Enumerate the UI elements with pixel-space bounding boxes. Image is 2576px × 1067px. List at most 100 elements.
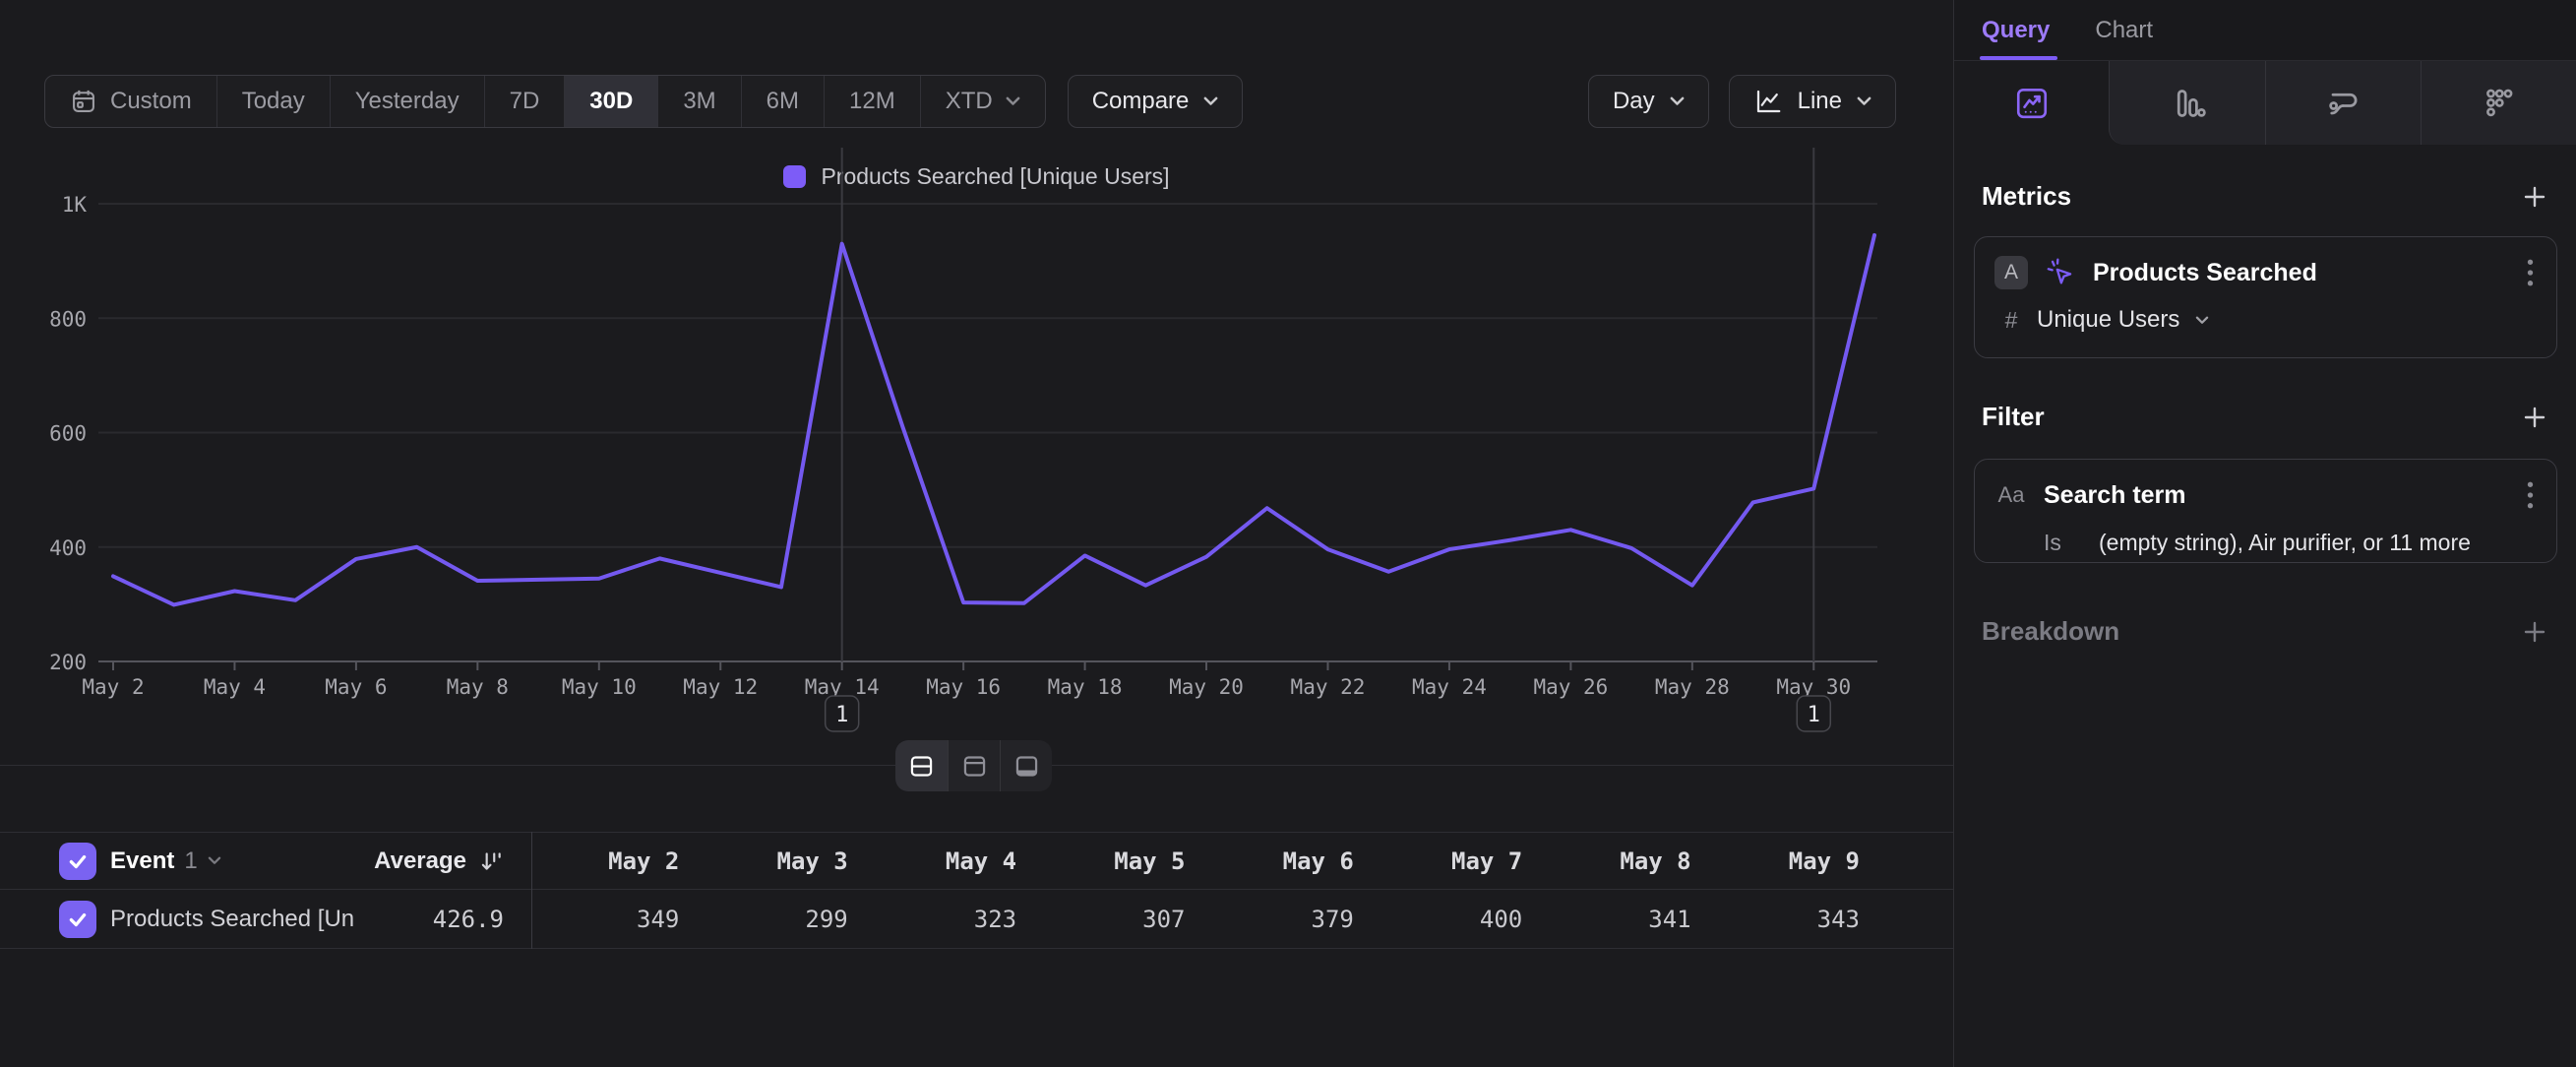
- counting-method-dropdown[interactable]: Unique Users: [2037, 306, 2179, 334]
- filter-card[interactable]: Aa Search term Is (empty string), Air pu…: [1974, 459, 2557, 563]
- x-tick-label: May 20: [1169, 675, 1244, 699]
- tab-chart-label: Chart: [2095, 17, 2153, 44]
- series-line[interactable]: [113, 235, 1874, 604]
- layout-chart-only-button[interactable]: [948, 740, 1000, 791]
- bottom-layout-icon: [1013, 753, 1040, 780]
- layout-toggle-group: [895, 740, 1052, 791]
- split-layout-icon: [908, 753, 935, 780]
- y-tick-label: 400: [49, 536, 87, 560]
- top-layout-icon: [961, 753, 988, 780]
- add-filter-button[interactable]: [2520, 403, 2549, 432]
- report-type-tabs: [1954, 61, 2576, 145]
- add-metric-button[interactable]: [2520, 182, 2549, 212]
- date-column-header: May 9: [1716, 847, 1884, 875]
- value-cell: 343: [1716, 906, 1884, 933]
- metric-card-row: A Products Searched: [1975, 253, 2556, 292]
- tab-chart[interactable]: Chart: [2095, 0, 2153, 60]
- layout-split-button[interactable]: [895, 740, 948, 791]
- x-tick-label: May 16: [926, 675, 1001, 699]
- average-label: Average: [374, 847, 466, 875]
- main-panel: CustomTodayYesterday7D30D3M6M12MXTD Comp…: [0, 0, 1953, 1067]
- series-name: Products Searched [Un...: [110, 906, 356, 933]
- breakdown-title: Breakdown: [1982, 616, 2119, 647]
- filter-values[interactable]: (empty string), Air purifier, or 11 more: [2099, 530, 2471, 556]
- x-tick-label: May 6: [325, 675, 387, 699]
- average-column-header[interactable]: Average: [356, 847, 504, 875]
- layout-table-only-button[interactable]: [1000, 740, 1052, 791]
- value-cell: 299: [704, 906, 872, 933]
- report-tab-insights[interactable]: [1954, 61, 2109, 145]
- tab-query[interactable]: Query: [1982, 0, 2050, 60]
- date-columns-header: May 2May 3May 4May 5May 6May 7May 8May 9: [535, 847, 1953, 875]
- x-tick-label: May 2: [82, 675, 144, 699]
- x-tick-label: May 26: [1533, 675, 1608, 699]
- retention-icon: [2479, 84, 2518, 123]
- plus-icon: [2520, 403, 2549, 432]
- funnels-icon: [2168, 84, 2207, 123]
- date-column-header: May 8: [1547, 847, 1715, 875]
- row-average-cell: 426.9: [356, 906, 504, 933]
- event-icon: [2044, 256, 2077, 289]
- row-checkbox[interactable]: [59, 901, 96, 938]
- event-count: 1: [184, 847, 197, 875]
- x-tick-label: May 10: [562, 675, 637, 699]
- date-column-header: May 2: [535, 847, 704, 875]
- filter-options-button[interactable]: [2526, 480, 2537, 510]
- value-cell: 379: [1210, 906, 1379, 933]
- x-tick-label: May 24: [1412, 675, 1487, 699]
- metrics-title: Metrics: [1982, 181, 2071, 212]
- event-column-header[interactable]: Event 1: [110, 847, 356, 875]
- annotation-badge-label: 1: [835, 703, 848, 727]
- y-tick-label: 1K: [62, 193, 88, 217]
- filter-property-name: Search term: [2044, 481, 2510, 510]
- add-breakdown-button[interactable]: [2520, 617, 2549, 647]
- sidebar-tabs: Query Chart: [1954, 0, 2576, 61]
- filter-title: Filter: [1982, 402, 2045, 432]
- query-sidebar: Query Chart Metrics A Products Searched: [1953, 0, 2576, 1067]
- kebab-icon: [2526, 480, 2535, 510]
- filter-section-header: Filter: [1982, 402, 2549, 432]
- line-chart[interactable]: 200 400 600 800 1K May 2 May 4 May 6 May 8 May 10…: [0, 0, 1953, 768]
- count-type-prefix: #: [2001, 307, 2021, 334]
- metric-counting-row: # Unique Users: [1975, 302, 2556, 338]
- date-column-header: May 7: [1379, 847, 1547, 875]
- metric-options-button[interactable]: [2526, 258, 2537, 287]
- y-tick-label: 600: [49, 422, 87, 446]
- x-tick-label: May 22: [1291, 675, 1366, 699]
- report-tab-flows[interactable]: [2265, 61, 2421, 145]
- y-tick-label: 800: [49, 307, 87, 331]
- annotation-badge-label: 1: [1808, 703, 1820, 727]
- tab-query-label: Query: [1982, 17, 2050, 44]
- table-row[interactable]: Products Searched [Un... 426.9 349299323…: [0, 891, 1953, 949]
- x-tick-label: May 8: [447, 675, 509, 699]
- filter-operator[interactable]: Is: [2044, 530, 2071, 556]
- metric-card[interactable]: A Products Searched # Unique Users: [1974, 236, 2557, 358]
- row-value-cells: 349299323307379400341343: [535, 906, 1953, 933]
- x-tick-label: May 4: [204, 675, 266, 699]
- sort-icon: [478, 848, 504, 874]
- insights-icon: [2012, 84, 2052, 123]
- metric-letter-badge: A: [1994, 256, 2028, 289]
- breakdown-section-header: Breakdown: [1982, 616, 2549, 647]
- y-tick-label: 200: [49, 651, 87, 674]
- date-column-header: May 4: [873, 847, 1041, 875]
- table-column-divider: [531, 832, 532, 949]
- value-cell: 307: [1041, 906, 1209, 933]
- event-label: Event: [110, 847, 174, 875]
- chevron-down-icon: [208, 856, 221, 865]
- filter-card-row: Aa Search term: [1975, 475, 2556, 515]
- date-column-header: May 3: [704, 847, 872, 875]
- select-all-checkbox[interactable]: [59, 843, 96, 880]
- metrics-section-header: Metrics: [1982, 181, 2549, 212]
- metric-name: Products Searched: [2093, 259, 2510, 287]
- date-column-header: May 6: [1210, 847, 1379, 875]
- property-type-badge: Aa: [1994, 482, 2028, 508]
- report-tab-retention[interactable]: [2421, 61, 2576, 145]
- value-cell: 349: [535, 906, 704, 933]
- value-cell: 400: [1379, 906, 1547, 933]
- row-checkbox-cell: [59, 901, 110, 938]
- report-tab-funnels[interactable]: [2109, 61, 2264, 145]
- value-cell: 323: [873, 906, 1041, 933]
- kebab-icon: [2526, 258, 2535, 287]
- check-icon: [67, 909, 89, 930]
